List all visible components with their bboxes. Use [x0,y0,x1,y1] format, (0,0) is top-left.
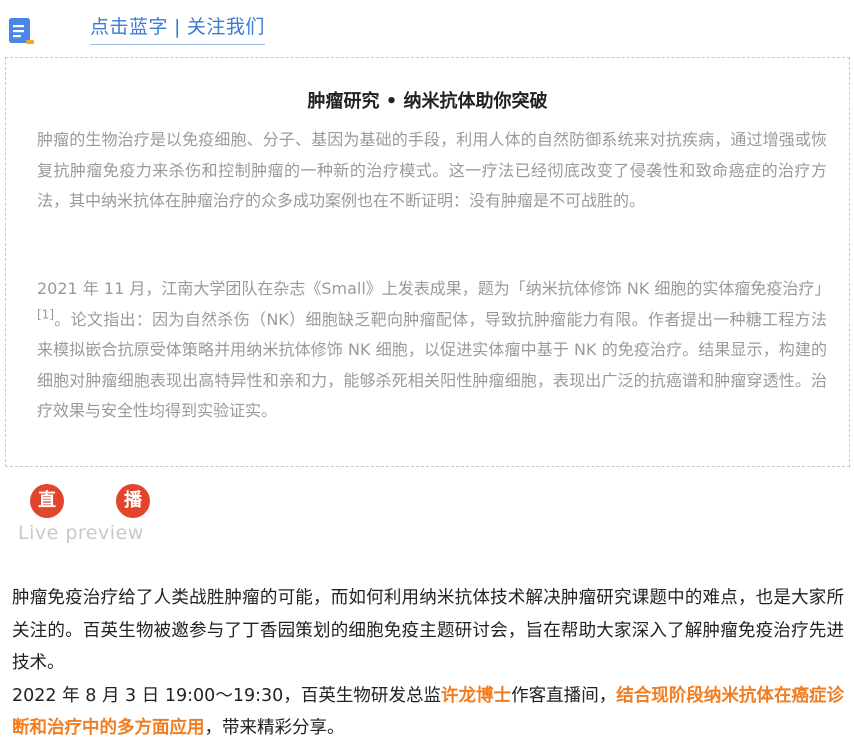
follow-link-text-2: 关注我们 [186,16,265,38]
paragraph-2-text-a: 2021 年 11 月，江南大学团队在杂志《Small》上发表成果，题为「纳米抗… [37,279,831,298]
intro-line-2-mid: 作客直播间， [511,685,617,706]
intro-line-2-prefix: 2022 年 8 月 3 日 19:00～19:30，百英生物研发总监 [12,685,442,706]
paragraph-2-text-b: 。论文指出：因为自然杀伤（NK）细胞缺乏靶向肿瘤配体，导致抗肿瘤能力有限。作者提… [37,309,827,421]
article-paragraph-1: 肿瘤的生物治疗是以免疫细胞、分子、基因为基础的手段，利用人体的自然防御系统来对抗… [37,130,827,210]
document-bookmark-icon [7,16,37,46]
follow-link-separator: | [174,16,181,38]
follow-us-link[interactable]: 点击蓝字 | 关注我们 [90,12,265,45]
reference-marker[interactable]: [1] [37,307,54,321]
live-badge-zhi: 直 [30,484,64,518]
follow-link-text-1: 点击蓝字 [90,16,169,38]
article-paragraph-2: 2021 年 11 月，江南大学团队在杂志《Small》上发表成果，题为「纳米抗… [37,274,831,427]
article-title: 肿瘤研究 • 纳米抗体助你突破 [307,91,548,112]
speaker-name: 许龙博士 [441,685,512,706]
live-badge-bo: 播 [116,484,150,518]
intro-line-2-suffix: ，带来精彩分享。 [204,718,345,738]
live-preview-label: Live preview [18,522,144,544]
intro-line-1: 肿瘤免疫治疗给了人类战胜肿瘤的可能，而如何利用纳米抗体技术解决肿瘤研究课题中的难… [12,588,844,673]
intro-paragraph: 肿瘤免疫治疗给了人类战胜肿瘤的可能，而如何利用纳米抗体技术解决肿瘤研究课题中的难… [12,582,844,745]
article-box: 肿瘤研究 • 纳米抗体助你突破 肿瘤的生物治疗是以免疫细胞、分子、基因为基础的手… [5,57,850,467]
